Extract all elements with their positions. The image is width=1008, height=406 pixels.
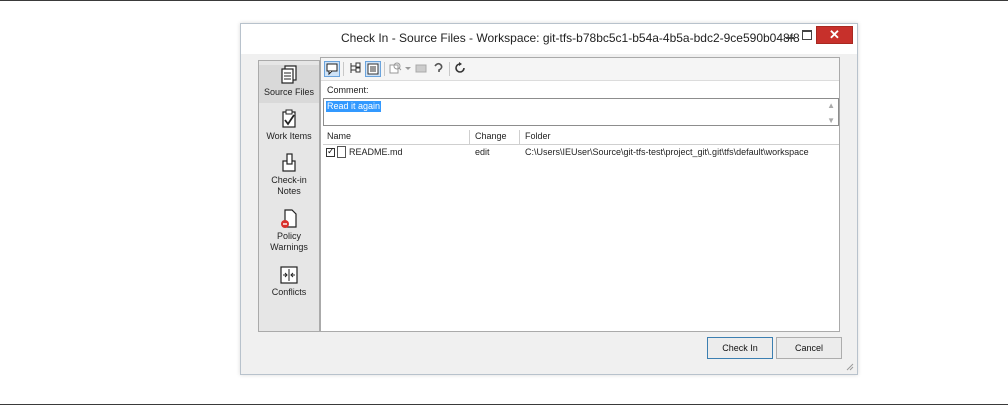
scroll-up-icon[interactable]: ▲: [827, 101, 835, 110]
change-type: edit: [475, 147, 490, 157]
file-name: README.md: [349, 147, 403, 157]
tree-view-icon: [350, 62, 361, 73]
toolbar-separator: [343, 62, 344, 76]
conflicts-icon: [280, 266, 298, 284]
column-divider[interactable]: [469, 130, 470, 144]
window-title: Check In - Source Files - Workspace: git…: [341, 31, 800, 45]
check-in-button[interactable]: Check In: [707, 337, 773, 359]
undo-button[interactable]: [431, 61, 447, 77]
title-bar: Check In - Source Files - Workspace: git…: [241, 24, 857, 54]
check-in-dialog: Check In - Source Files - Workspace: git…: [240, 23, 858, 375]
check-in-notes-icon: [282, 153, 296, 172]
resize-grip-icon[interactable]: [846, 363, 854, 371]
sidebar-item-work-items[interactable]: Work Items: [259, 109, 319, 145]
table-row[interactable]: README.md edit C:\Users\IEUser\Source\gi…: [323, 146, 839, 160]
comment-toggle-button[interactable]: [324, 61, 340, 77]
compare-dropdown-button[interactable]: [404, 61, 412, 77]
shelve-icon: [415, 64, 427, 73]
compare-icon: [389, 62, 402, 74]
column-header-change[interactable]: Change: [475, 131, 507, 141]
tree-view-button[interactable]: [348, 61, 364, 77]
cancel-button[interactable]: Cancel: [776, 337, 842, 359]
sidebar-item-check-in-notes[interactable]: Check-in Notes: [259, 153, 319, 199]
table-header: Name Change Folder: [323, 130, 839, 145]
comment-label: Comment:: [327, 85, 369, 95]
flat-view-button[interactable]: [365, 61, 381, 77]
sidebar-item-source-files[interactable]: Source Files: [259, 65, 319, 103]
include-checkbox[interactable]: [326, 146, 335, 157]
comment-icon: [326, 63, 338, 76]
comment-input[interactable]: Read it again ▲ ▼: [323, 98, 839, 126]
policy-warnings-icon: [281, 209, 297, 228]
refresh-icon: [455, 62, 465, 73]
sidebar-item-conflicts[interactable]: Conflicts: [259, 265, 319, 301]
column-header-folder[interactable]: Folder: [525, 131, 551, 141]
toolbar-separator: [449, 62, 450, 76]
pending-changes-table: Name Change Folder README.md edit C:\Use…: [323, 130, 839, 330]
channel-sidebar: Source Files Work Items Check-in Notes P…: [258, 60, 320, 332]
bottom-divider: [0, 404, 1008, 405]
sidebar-item-label: Work Items: [266, 131, 312, 141]
shelve-button[interactable]: [414, 61, 430, 77]
source-files-panel: Comment: Read it again ▲ ▼ Name Change F…: [320, 57, 840, 332]
sidebar-item-label: Source Files: [263, 87, 315, 97]
dropdown-arrow-icon: [405, 67, 411, 70]
sidebar-item-policy-warnings[interactable]: Policy Warnings: [259, 209, 319, 255]
column-header-name[interactable]: Name: [327, 131, 351, 141]
refresh-button[interactable]: [453, 61, 469, 77]
sidebar-item-label: Check-in Notes: [271, 175, 307, 196]
folder-path: C:\Users\IEUser\Source\git-tfs-test\proj…: [525, 147, 809, 157]
file-icon: [337, 146, 346, 158]
scroll-down-icon[interactable]: ▼: [827, 116, 835, 125]
compare-button[interactable]: [388, 61, 404, 77]
work-items-icon: [282, 109, 296, 128]
source-files-icon: [281, 65, 297, 84]
toolbar: [321, 58, 839, 81]
close-button[interactable]: ✕: [816, 26, 853, 44]
undo-icon: [434, 62, 443, 72]
toolbar-separator: [384, 62, 385, 76]
top-divider: [0, 0, 1008, 1]
flat-view-icon: [367, 63, 379, 75]
sidebar-item-label: Policy Warnings: [270, 231, 308, 252]
comment-text: Read it again: [326, 101, 382, 112]
sidebar-item-label: Conflicts: [271, 287, 307, 297]
column-divider[interactable]: [519, 130, 520, 144]
